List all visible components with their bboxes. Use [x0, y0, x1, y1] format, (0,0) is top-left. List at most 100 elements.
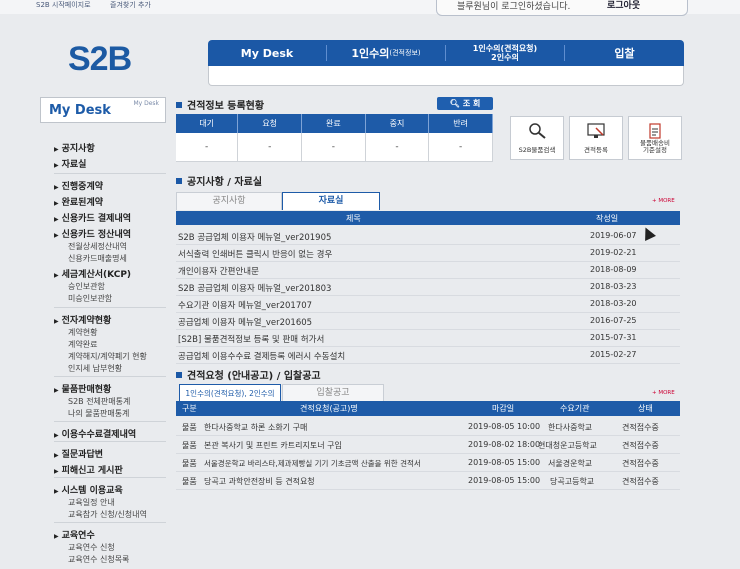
gnb-single-quote[interactable]: 1인수의 (견적정보) [327, 40, 445, 66]
sidebar-subitem-unapproved[interactable]: 미승인보관함 [68, 293, 112, 304]
sidebar-item-archive[interactable]: 자료실 [54, 157, 87, 170]
list-item[interactable]: 공급업체 이용수수료 결제등록 에러시 수동설치 2015-02-27 [176, 347, 680, 364]
notice-date: 2016-07-25 [590, 316, 637, 325]
status-value-stopped[interactable]: - [365, 133, 430, 162]
notice-col-date: 작성일 [596, 214, 619, 223]
bid-name[interactable]: 본관 복사기 및 프린트 카트리지토너 구입 [204, 440, 342, 451]
sidebar-subitem-education-list[interactable]: 교육연수 신청목록 [68, 554, 129, 565]
sidebar-subitem-training-schedule[interactable]: 교육일정 안내 [68, 497, 115, 508]
monitor-icon [587, 123, 605, 138]
notice-title[interactable]: 개인이용자 간편안내문 [178, 265, 259, 277]
sidebar-item-system-training[interactable]: 시스템 이용교육 [54, 483, 123, 496]
table-row[interactable]: 물품 한다사중학교 하론 소화기 구매 2019-08-05 10:00 한다사… [176, 418, 680, 436]
notice-title[interactable]: S2B 공급업체 이용자 메뉴얼_ver201803 [178, 282, 331, 294]
start-page-link[interactable]: S2B 시작페이지로 [36, 0, 91, 10]
s2b-product-search-label[interactable]: S2B물품검색 [511, 147, 563, 154]
sidebar-subitem-stamp-tax[interactable]: 인지세 납부현황 [68, 363, 122, 374]
list-item[interactable]: 공급업체 이용자 메뉴얼_ver201605 2016-07-25 [176, 313, 680, 330]
sidebar-subitem-card-sales[interactable]: 신용카드매출명세 [68, 253, 127, 264]
sidebar-subitem-contract-cancel[interactable]: 계약해지/계약폐기 현황 [68, 351, 147, 362]
tab-archive[interactable]: 자료실 [282, 192, 380, 210]
sidebar-item-damage-report[interactable]: 피해신고 게시판 [54, 463, 123, 476]
gnb-single-quote-label[interactable]: 1인수의 [351, 45, 389, 61]
list-item[interactable]: S2B 공급업체 이용자 메뉴얼_ver201905 2019-06-07 [176, 228, 680, 245]
sidebar-item-contracts-progress[interactable]: 진행중계약 [54, 179, 103, 192]
list-item[interactable]: S2B 공급업체 이용자 메뉴얼_ver201803 2018-03-23 [176, 279, 680, 296]
gnb-single-request[interactable]: 1인수의(견적요청) 2인수의 [446, 40, 564, 66]
logout-label[interactable]: 로그아웃 [607, 1, 640, 11]
status-search-label[interactable]: 조 회 [463, 98, 481, 109]
notice-date: 2015-07-31 [590, 333, 637, 342]
bid-type: 물품 [182, 477, 197, 486]
status-search-button[interactable]: 🔍︎ 조 회 [437, 97, 493, 110]
tab-notice[interactable]: 공지사항 [176, 192, 282, 210]
shipping-settings-button[interactable]: 물품배송비 기준설정 [628, 116, 682, 160]
sidebar-subitem-education-apply[interactable]: 교육연수 신청 [68, 542, 115, 553]
tab-bid-notice[interactable]: 입찰공고 [282, 384, 384, 402]
list-item[interactable]: 서식출력 인쇄버튼 클릭시 반응이 없는 경우 2019-02-21 [176, 245, 680, 262]
notice-title[interactable]: 공급업체 이용자 메뉴얼_ver201605 [178, 316, 312, 328]
sidebar-subitem-monthly-settlement[interactable]: 전월상세정산내역 [68, 241, 127, 252]
notice-title[interactable]: 수요기관 이용자 메뉴얼_ver201707 [178, 299, 312, 311]
gnb-bid-label[interactable]: 입찰 [614, 45, 634, 61]
sidebar-subitem-contract-complete[interactable]: 계약완료 [68, 339, 97, 350]
gnb-single-quote-sub[interactable]: (견적정보) [389, 48, 420, 58]
status-value-complete[interactable]: - [301, 133, 366, 162]
s2b-logo[interactable]: S2B [68, 40, 132, 79]
notice-title[interactable]: [S2B] 물품견적정보 등록 및 판매 허가서 [178, 333, 324, 345]
sidebar-subitem-approved[interactable]: 승인보관함 [68, 281, 105, 292]
sidebar-subitem-s2b-stats[interactable]: S2B 전체판매통계 [68, 396, 130, 407]
shipping-settings-label[interactable]: 물품배송비 기준설정 [629, 140, 681, 154]
sidebar-item-qna[interactable]: 질문과답변 [54, 447, 103, 460]
gnb-submenu-bar [208, 66, 684, 86]
sidebar-divider [54, 522, 166, 523]
sidebar-subitem-my-stats[interactable]: 나의 물품판매통계 [68, 408, 129, 419]
sidebar-item-sales-status[interactable]: 물품판매현황 [54, 382, 112, 395]
list-item[interactable]: 수요기관 이용자 메뉴얼_ver201707 2018-03-20 [176, 296, 680, 313]
notice-title[interactable]: 서식출력 인쇄버튼 클릭시 반응이 없는 경우 [178, 248, 332, 260]
list-item[interactable]: [S2B] 물품견적정보 등록 및 판매 허가서 2015-07-31 [176, 330, 680, 347]
notice-more-link[interactable]: + MORE [652, 198, 675, 204]
sidebar-item-notice[interactable]: 공지사항 [54, 141, 95, 154]
notice-title[interactable]: S2B 공급업체 이용자 메뉴얼_ver201905 [178, 231, 331, 243]
magnifier-icon [529, 123, 546, 139]
login-box: 블루원님이 로그인하셨습니다. 로그아웃 [436, 0, 688, 16]
notice-title[interactable]: 공급업체 이용수수료 결제등록 에러시 수동설치 [178, 350, 345, 362]
sidebar-item-contracts-done[interactable]: 완료된계약 [54, 195, 103, 208]
bid-name[interactable]: 당곡고 과학안전장비 등 견적요청 [204, 476, 315, 487]
sidebar-subitem-contract-status[interactable]: 계약현황 [68, 327, 97, 338]
status-value-waiting[interactable]: - [176, 133, 239, 162]
status-value-rejected[interactable]: - [428, 133, 493, 162]
bid-name[interactable]: 한다사중학교 하론 소화기 구매 [204, 422, 307, 433]
bid-name[interactable]: 서울경운학교 바리스타,제과제빵실 기기 기초금액 산출을 위한 견적서 [204, 458, 466, 469]
gnb-single-request-line1[interactable]: 1인수의(견적요청) [473, 44, 537, 53]
list-item[interactable]: 개인이용자 간편안내문 2018-08-09 [176, 262, 680, 279]
quote-register-label[interactable]: 견적등록 [570, 147, 622, 154]
sidebar-item-fee-payments[interactable]: 이용수수료결제내역 [54, 427, 137, 440]
table-row[interactable]: 물품 본관 복사기 및 프린트 카트리지토너 구입 2019-08-02 18:… [176, 436, 680, 454]
sidebar-item-e-contracts[interactable]: 전자계약현황 [54, 313, 112, 326]
bid-more-link[interactable]: + MORE [652, 390, 675, 396]
bid-col-status: 상태 [638, 404, 653, 413]
sidebar-item-card-payments[interactable]: 신용카드 결제내역 [54, 211, 131, 224]
gnb-mydesk-label[interactable]: My Desk [241, 47, 293, 60]
bid-type: 물품 [182, 441, 197, 450]
table-row[interactable]: 물품 서울경운학교 바리스타,제과제빵실 기기 기초금액 산출을 위한 견적서 … [176, 454, 680, 472]
search-icon: 🔍︎ [449, 99, 460, 108]
tab-quote-request[interactable]: 1인수의(견적요청), 2인수의 [179, 384, 281, 402]
sidebar-divider [54, 421, 166, 422]
sidebar-item-card-settlement[interactable]: 신용카드 정산내역 [54, 227, 131, 240]
sidebar-subitem-training-apply[interactable]: 교육참가 신청/신청내역 [68, 509, 147, 520]
table-row[interactable]: 물품 당곡고 과학안전장비 등 견적요청 2019-08-05 15:00 당곡… [176, 472, 680, 490]
logout-button[interactable]: 로그아웃 [607, 0, 640, 11]
status-value-requested[interactable]: - [237, 133, 303, 162]
s2b-product-search-button[interactable]: S2B물품검색 [510, 116, 564, 160]
sidebar-item-tax-invoice[interactable]: 세금계산서(KCP) [54, 267, 131, 280]
bookmark-link[interactable]: 즐겨찾기 추가 [110, 0, 151, 10]
gnb-mydesk[interactable]: My Desk [208, 40, 326, 66]
shipping-settings-line2[interactable]: 기준설정 [643, 146, 667, 154]
sidebar-item-education[interactable]: 교육연수 [54, 528, 95, 541]
gnb-bid[interactable]: 입찰 [565, 40, 684, 66]
quote-register-button[interactable]: 견적등록 [569, 116, 623, 160]
gnb-single-request-line2[interactable]: 2인수의 [491, 53, 519, 62]
